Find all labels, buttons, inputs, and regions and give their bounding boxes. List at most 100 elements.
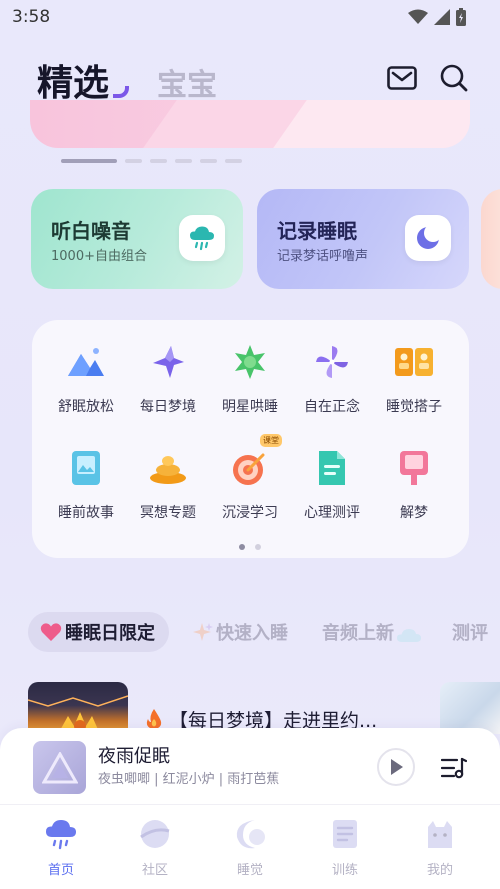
cat-icon [422,816,458,852]
grid-item-bedtime-story[interactable]: 睡前故事 [42,426,130,522]
play-icon [388,758,404,776]
grid-label: 睡前故事 [58,505,114,521]
search-icon[interactable] [438,62,470,94]
nav-label: 睡觉 [236,863,263,878]
content-thumbnail[interactable] [440,682,500,734]
tab-baby[interactable]: 宝宝 [157,60,217,104]
heart-icon [40,622,62,642]
pager-dot [150,159,167,163]
moon-icon [405,215,451,261]
pager-dot [239,544,245,550]
tab-sleep-day-limited[interactable]: 睡眠日限定 [28,612,169,652]
content-thumbnail[interactable] [28,682,128,734]
pager-dot [200,159,217,163]
status-bar: 3:58 [0,0,500,34]
planet-icon [137,816,173,852]
grid-label: 解梦 [400,505,428,521]
tab-featured[interactable]: 精选 [37,54,109,106]
notebook-icon [327,816,363,852]
pager-dot [175,159,192,163]
pager-dot [225,159,242,163]
bottom-nav: 首页 社区 睡觉 训练 我的 [0,816,500,878]
pager-dot [255,544,261,550]
divider [0,804,500,805]
pager-dot [125,159,142,163]
sleep-record-card[interactable]: 记录睡眠 记录梦话呼噜声 [257,189,469,289]
active-tab-indicator [113,86,129,98]
grid-item-celebrity-sleep[interactable]: 明星哄睡 [206,320,294,416]
grid-item-daily-dream[interactable]: 每日梦境 [124,320,212,416]
grid-pager [239,544,261,550]
tab-label: 睡眠日限定 [65,623,155,644]
document-icon [312,448,352,488]
card-subtitle: 1000+自由组合 [51,249,147,264]
tab-fall-asleep-fast[interactable]: 快速入睡 [192,612,288,652]
track-subtitle: 夜虫唧唧 | 红泥小炉 | 雨打芭蕉 [98,772,280,787]
status-time: 3:58 [12,7,51,27]
grid-item-meditation[interactable]: 冥想专题 [124,426,212,522]
grid-item-sleep-buddy[interactable]: 睡觉搭子 [370,320,458,416]
nav-profile[interactable]: 我的 [405,816,475,878]
grid-item-dream-interpretation[interactable]: 解梦 [370,426,458,522]
feature-grid: 舒眠放松 每日梦境 明星哄睡 自在正念 睡觉搭子 睡前故事 冥想专题 课堂 沉浸… [32,320,469,558]
meditation-stones-icon [148,448,188,488]
wifi-icon [408,9,428,29]
course-badge: 课堂 [260,434,282,447]
battery-icon [456,8,466,30]
nav-community[interactable]: 社区 [120,816,190,878]
nav-label: 我的 [426,863,453,878]
mail-icon[interactable] [386,62,418,94]
dream-sign-icon [394,448,434,488]
storybook-icon [66,448,106,488]
play-button[interactable] [377,748,415,786]
nav-home[interactable]: 首页 [26,816,96,878]
pinwheel-icon [312,342,352,382]
grid-item-psych-test[interactable]: 心理测评 [288,426,376,522]
grid-label: 沉浸学习 [222,505,278,521]
card-title: 记录睡眠 [277,219,357,243]
target-icon: 课堂 [230,434,282,488]
grid-label: 明星哄睡 [222,399,278,415]
moon-nav-icon [232,816,268,852]
tab-label: 测评 [452,623,488,644]
signal-icon [434,9,450,29]
sparkle-star-icon [148,342,188,382]
grid-item-mindfulness[interactable]: 自在正念 [288,320,376,416]
pager-dot [61,159,117,163]
rain-cloud-icon [179,215,225,261]
album-art[interactable] [33,741,86,794]
tab-label: 音频上新 [322,623,394,644]
tab-assessment[interactable]: 测评 [452,612,488,652]
home-cloud-icon [43,816,79,852]
nav-label: 训练 [331,863,358,878]
playlist-button[interactable] [440,754,468,782]
white-noise-card[interactable]: 听白噪音 1000+自由组合 [31,189,243,289]
nav-label: 首页 [47,863,74,878]
card-title: 听白噪音 [51,219,131,243]
partner-cards-icon [394,342,434,382]
banner-pager [61,159,242,163]
grid-label: 自在正念 [304,399,360,415]
next-card-peek[interactable] [481,189,500,289]
grid-label: 冥想专题 [140,505,196,521]
grid-label: 心理测评 [304,505,360,521]
playlist-icon [441,757,467,779]
track-title[interactable]: 夜雨促眠 [98,742,170,768]
promo-banner[interactable] [30,100,470,148]
tab-new-audio[interactable]: 音频上新 [322,612,422,652]
cloud-icon [396,627,422,643]
sparkle-icon [192,621,214,643]
grid-item-relax[interactable]: 舒眠放松 [42,320,130,416]
nav-sleep[interactable]: 睡觉 [215,816,285,878]
grid-item-immersive-learning[interactable]: 课堂 沉浸学习 [206,426,294,522]
category-tabs: 睡眠日限定 快速入睡 音频上新 测评 [28,612,500,652]
grid-label: 每日梦境 [140,399,196,415]
nav-training[interactable]: 训练 [310,816,380,878]
tab-label: 快速入睡 [216,623,288,644]
card-subtitle: 记录梦话呼噜声 [277,249,369,264]
mini-player: 夜雨促眠 夜虫唧唧 | 红泥小炉 | 雨打芭蕉 首页 社区 睡觉 训练 我的 [0,728,500,889]
grid-label: 舒眠放松 [58,399,114,415]
status-icons [408,8,466,30]
nav-label: 社区 [141,863,168,878]
grid-label: 睡觉搭子 [386,399,442,415]
